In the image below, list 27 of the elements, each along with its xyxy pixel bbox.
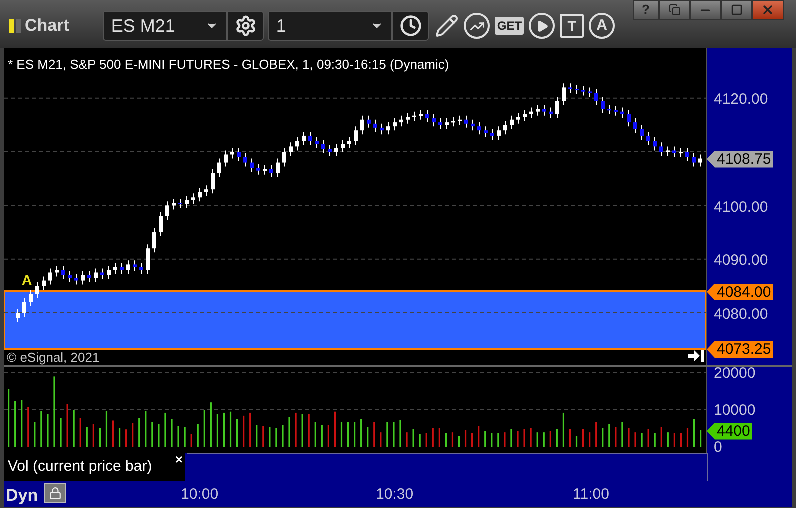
alert-button[interactable]: A [589, 13, 616, 39]
text-tool-button[interactable]: T [560, 14, 584, 38]
axis-label: 10000 [714, 402, 756, 419]
axis-label: 4080.00 [714, 304, 768, 325]
price-marker: 4400 [707, 422, 752, 440]
price-marker: 4084.00 [707, 284, 774, 301]
dynamic-mode-button[interactable]: Dyn [6, 483, 38, 508]
signal-mark: A [22, 271, 32, 290]
time-label: 11:00 [573, 485, 610, 505]
axis-label: 4100.00 [714, 198, 768, 218]
study-label: Vol (current price bar) [8, 456, 152, 476]
get-button[interactable]: GET [495, 17, 524, 35]
time-label: 10:00 [181, 485, 219, 505]
price-marker: 4108.75 [707, 150, 774, 168]
chart-header: * ES M21, S&P 500 E-MINI FUTURES - GLOBEX, 1, 09:30-16:15 (Dynamic) [8, 56, 450, 74]
symbol-dropdown[interactable]: ES M21 [103, 11, 228, 41]
axis-label: 4090.00 [714, 251, 768, 272]
interval-dropdown[interactable]: 1 [268, 11, 392, 41]
close-study-button[interactable]: × [175, 453, 183, 467]
help-button[interactable]: ? [633, 0, 659, 20]
price-marker: 4073.25 [707, 341, 774, 358]
axis-label: 20000 [714, 365, 756, 382]
axis-label: 4120.00 [714, 90, 768, 110]
time-label: 10:30 [376, 485, 414, 505]
copyright-text: © eSignal, 2021 [7, 349, 100, 367]
window-title: Chart [25, 15, 70, 38]
axis-label: 0 [714, 439, 722, 456]
